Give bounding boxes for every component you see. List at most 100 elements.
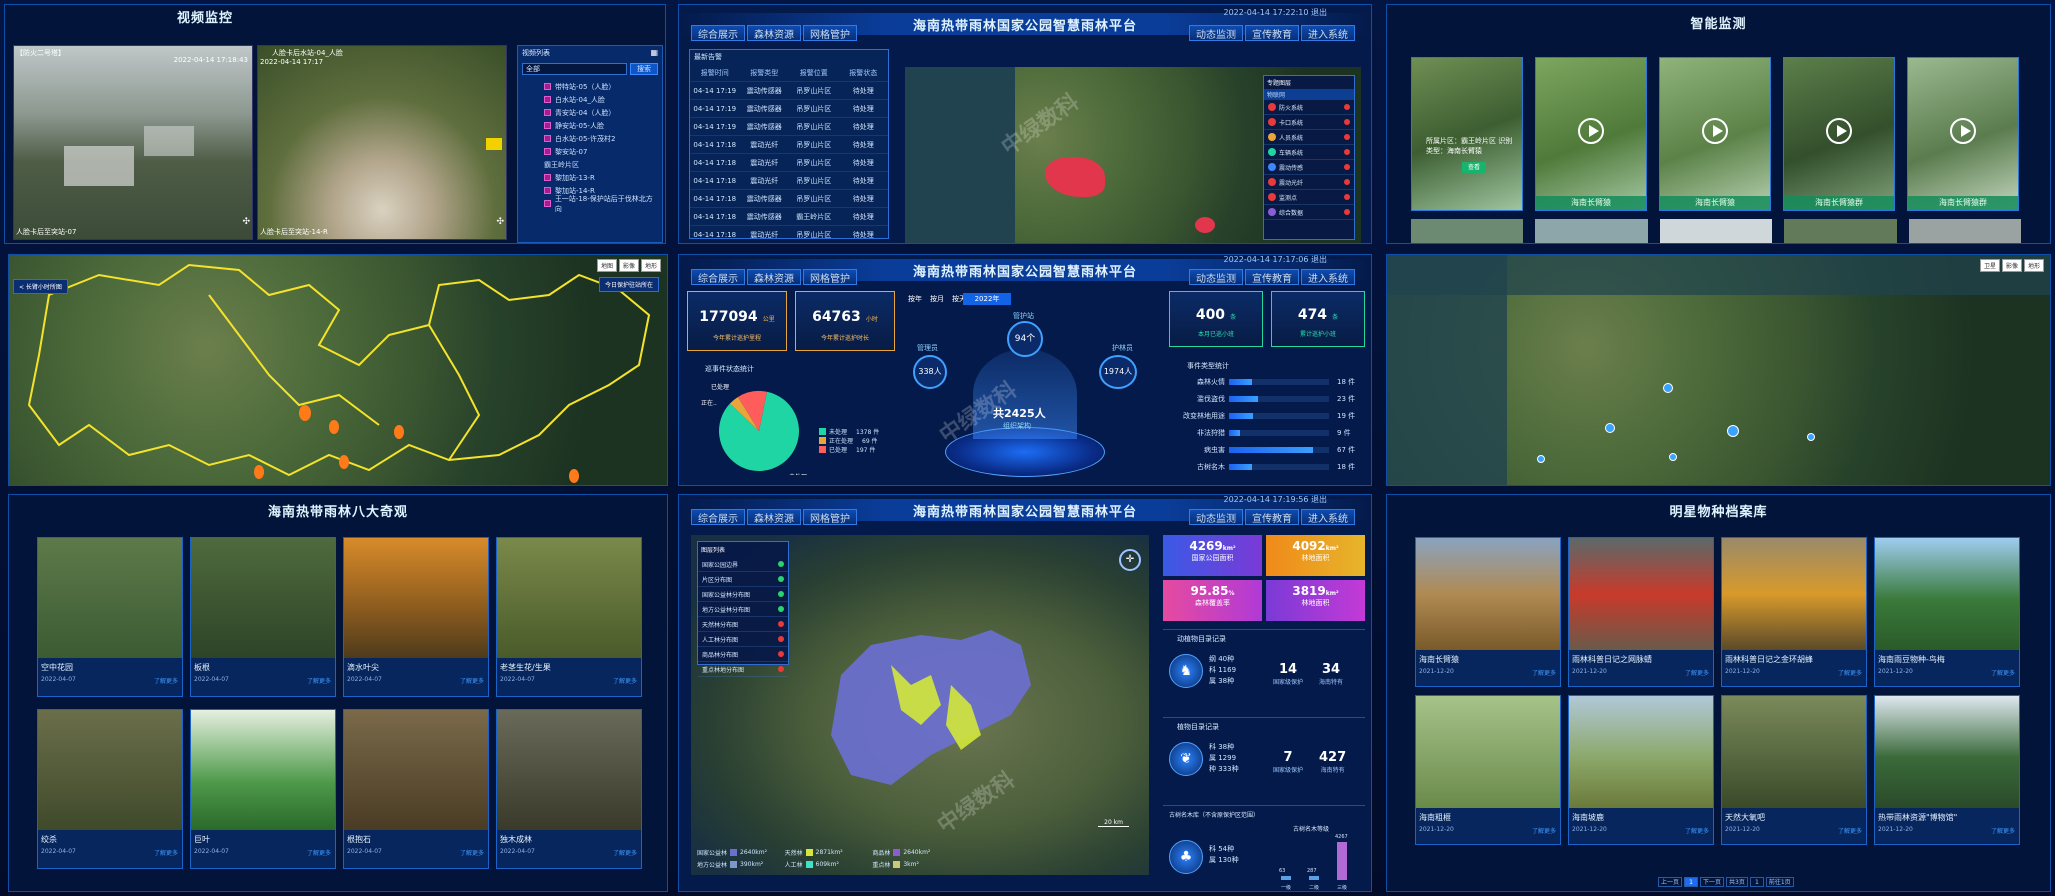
toggle-icon[interactable] [778,576,784,582]
nav-overview[interactable]: 综合展示 [691,509,745,525]
grid-icon[interactable]: ▦ [650,48,658,57]
table-row[interactable]: 04-14 17:19 震动传感器 吊罗山片区 待处理 [690,118,888,136]
nav-forest[interactable]: 森林资源 [747,509,801,525]
monitor-thumb[interactable]: 海南长臂猿群 [1783,57,1895,211]
toggle-icon[interactable] [1344,179,1350,185]
event-bar-row[interactable]: 古树名木 18 件 [1169,460,1365,474]
monitor-thumb[interactable]: 海南长臂猿群 [1907,57,2019,211]
fire-marker[interactable] [339,455,349,469]
species-card[interactable]: 海南长臂猿 2021-12-20 了解更多 [1415,537,1561,687]
toggle-icon[interactable] [778,606,784,612]
species-card[interactable]: 海南粗榧 2021-12-20 了解更多 [1415,695,1561,845]
layer-item[interactable]: 人工林分布图 [698,632,788,647]
video-list-item[interactable]: 白水站-05-许茂村2 [544,132,656,145]
station-marker[interactable] [1605,423,1615,433]
play-icon[interactable] [1950,117,1976,144]
camera-checkbox[interactable] [544,96,551,103]
fullscreen-icon[interactable]: ✣ [242,217,250,227]
play-icon[interactable] [1826,117,1852,144]
layer-item[interactable]: 地方公益林分布图 [698,602,788,617]
learn-more-link[interactable]: 了解更多 [1991,668,2015,677]
learn-more-link[interactable]: 了解更多 [1838,668,1862,677]
map-type-button[interactable]: 地形 [640,259,661,272]
map-layer-item[interactable]: 人员系统 [1264,130,1354,145]
monitor-thumb[interactable]: 海南长臂猿 [1535,57,1647,211]
nav-grid[interactable]: 网格管护 [803,509,857,525]
species-card[interactable]: 雨林科普日记之网脉蜻 2021-12-20 了解更多 [1568,537,1714,687]
station-marker[interactable] [1807,433,1815,441]
event-bar-row[interactable]: 森林火情 18 件 [1169,375,1365,389]
learn-more-link[interactable]: 了解更多 [1838,826,1862,835]
map-type-button[interactable]: 影像 [2001,259,2022,272]
nav-monitor[interactable]: 动态监测 [1189,25,1243,41]
fire-marker[interactable] [299,405,311,421]
station-marker[interactable] [1727,425,1739,437]
pager-item[interactable]: 上一页 [1658,877,1683,887]
pager-item[interactable]: 前往1页 [1765,877,1794,887]
station-label[interactable]: 今日保护驻站所在 [598,277,659,292]
nav-grid[interactable]: 网格管护 [803,25,857,41]
toggle-icon[interactable] [778,636,784,642]
nav-enter[interactable]: 进入系统 [1301,269,1355,285]
tree-grade-bar[interactable] [1337,842,1347,880]
video-list-item[interactable]: 黎安站-07 [544,145,656,158]
monitor-thumb[interactable]: 海南长臂猿 [1659,57,1771,211]
layer-item[interactable]: 国家公益林分布图 [698,587,788,602]
learn-more-link[interactable]: 了解更多 [460,676,484,685]
video-list-item[interactable]: 青安站-04（人脸） [544,106,656,119]
camera-checkbox[interactable] [544,83,551,90]
map-layer-item[interactable]: 卡口系统 [1264,115,1354,130]
species-card[interactable]: 海南雨豆物种-鸟梅 2021-12-20 了解更多 [1874,537,2020,687]
species-card[interactable]: 海南坡鹿 2021-12-20 了解更多 [1568,695,1714,845]
event-bar-row[interactable]: 非法狩猎 9 件 [1169,426,1365,440]
video-list-item[interactable]: 霸王岭片区 [544,158,656,171]
video-list-item[interactable]: 王一站-18-保护站后于伐林北方向 [544,195,656,213]
species-card[interactable]: 雨林科普日记之金环胡蜂 2021-12-20 了解更多 [1721,537,1867,687]
toggle-icon[interactable] [778,591,784,597]
map-layer-item[interactable]: 防火系统 [1264,100,1354,115]
layer-item[interactable]: 商品林分布图 [698,647,788,662]
learn-more-link[interactable]: 了解更多 [154,676,178,685]
toggle-icon[interactable] [1344,104,1350,110]
wonder-card[interactable]: 滴水叶尖 2022-04-07 了解更多 [343,537,489,697]
learn-more-link[interactable]: 了解更多 [154,848,178,857]
toggle-icon[interactable] [1344,164,1350,170]
tree-grade-bar[interactable] [1281,876,1291,880]
event-bar-row[interactable]: 病虫害 67 件 [1169,443,1365,457]
nav-education[interactable]: 宣传教育 [1245,269,1299,285]
video-list-item[interactable]: 静安站-05-人脸 [544,119,656,132]
species-card[interactable]: 热带雨林资源"博物馆" 2021-12-20 了解更多 [1874,695,2020,845]
map-type-button[interactable]: 地形 [2023,259,2044,272]
station-marker[interactable] [1663,383,1673,393]
camera-checkbox[interactable] [544,148,551,155]
wonder-card[interactable]: 老茎生花/生果 2022-04-07 了解更多 [496,537,642,697]
camera-checkbox[interactable] [544,122,551,129]
wonder-card[interactable]: 独木成林 2022-04-07 了解更多 [496,709,642,869]
pager-item[interactable]: 1 [1684,877,1699,887]
toggle-icon[interactable] [1344,149,1350,155]
learn-more-link[interactable]: 了解更多 [307,676,331,685]
toggle-icon[interactable] [778,621,784,627]
map-type-button[interactable]: 影像 [618,259,639,272]
map-layer-item[interactable]: 震动光纤 [1264,175,1354,190]
toggle-icon[interactable] [1344,209,1350,215]
back-button[interactable]: < 长臂小时所图 [13,279,68,294]
wonder-card[interactable]: 巨叶 2022-04-07 了解更多 [190,709,336,869]
nav-forest[interactable]: 森林资源 [747,25,801,41]
toggle-icon[interactable] [778,651,784,657]
top-map[interactable]: 中绿数科 专题图层 物联网 防火系统 卡口系统 人员系统 车辆系统 震动传感 震动光纤 监测… [905,67,1361,243]
learn-more-link[interactable]: 了解更多 [307,848,331,857]
camera-checkbox[interactable] [544,109,551,116]
nav-monitor[interactable]: 动态监测 [1189,269,1243,285]
fire-marker[interactable] [254,465,264,479]
pager-item[interactable]: 1 [1749,877,1764,887]
nav-education[interactable]: 宣传教育 [1245,25,1299,41]
table-row[interactable]: 04-14 17:18 震动光纤 吊罗山片区 待处理 [690,136,888,154]
layer-item[interactable]: 天然林分布图 [698,617,788,632]
learn-more-link[interactable]: 了解更多 [613,848,637,857]
nav-education[interactable]: 宣传教育 [1245,509,1299,525]
nav-overview[interactable]: 综合展示 [691,269,745,285]
fullscreen-icon[interactable]: ✣ [496,217,504,227]
station-marker[interactable] [1537,455,1545,463]
map-layer-item[interactable]: 综合数据 [1264,205,1354,220]
